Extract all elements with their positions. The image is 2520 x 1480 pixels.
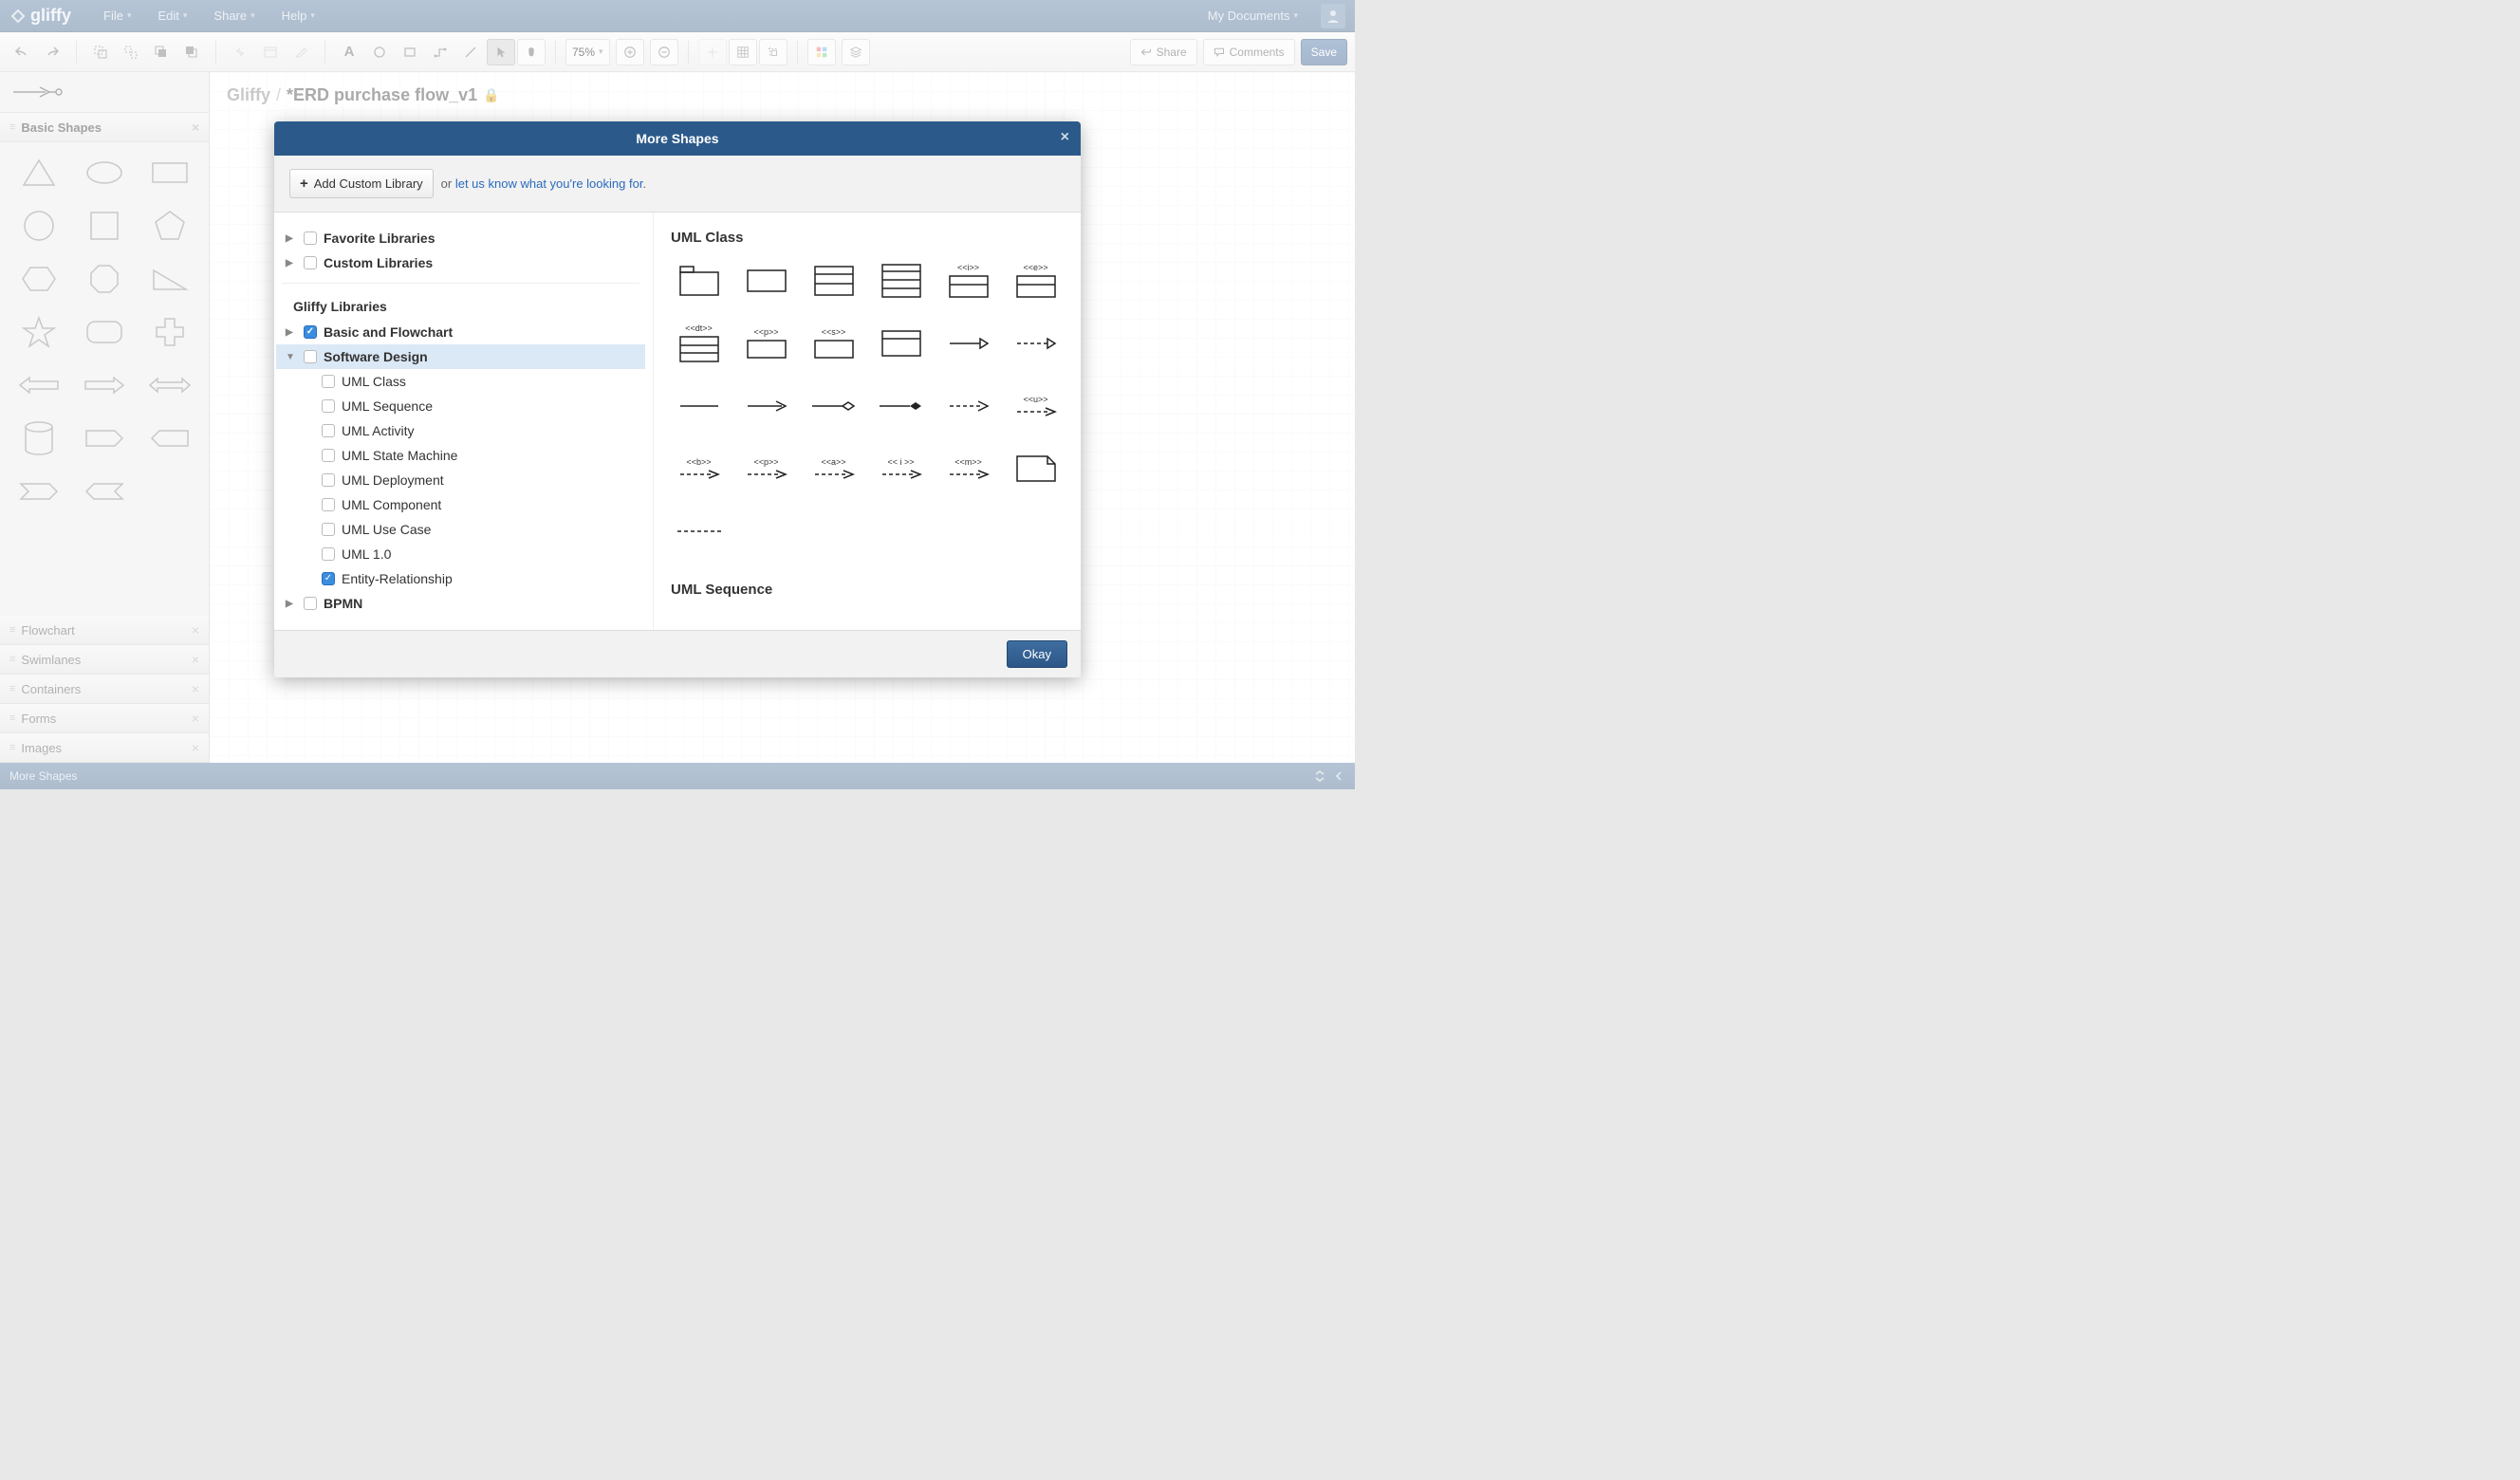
tree-bpmn[interactable]: ▶BPMN: [276, 591, 645, 616]
uml-merge[interactable]: <<m>>: [940, 447, 996, 490]
checkbox[interactable]: [322, 523, 335, 536]
uml-class-3[interactable]: [806, 259, 862, 303]
checkbox[interactable]: [322, 375, 335, 388]
checkbox[interactable]: [322, 473, 335, 487]
tree-favorite-libraries[interactable]: ▶Favorite Libraries: [276, 226, 645, 250]
uml-diamond-open[interactable]: [806, 384, 862, 428]
checkbox[interactable]: [322, 424, 335, 437]
okay-button[interactable]: Okay: [1007, 640, 1067, 668]
preview-pane: UML Class <<i>> <<e>> <<dt>> <<p>> <<s>>: [654, 213, 1081, 630]
feedback-link[interactable]: let us know what you're looking for: [455, 176, 643, 191]
tree-uml-activity[interactable]: UML Activity: [276, 418, 645, 443]
checkbox[interactable]: [322, 572, 335, 585]
tree-entity-relationship[interactable]: Entity-Relationship: [276, 566, 645, 591]
tree-uml-class[interactable]: UML Class: [276, 369, 645, 394]
uml-line[interactable]: [671, 384, 727, 428]
checkbox[interactable]: [304, 325, 317, 339]
checkbox[interactable]: [304, 256, 317, 269]
uml-dashed-line[interactable]: [671, 509, 727, 553]
tree-software-design[interactable]: ▼Software Design: [276, 344, 645, 369]
uml-usage[interactable]: <<u>>: [1008, 384, 1064, 428]
uml-permit[interactable]: <<p>>: [738, 447, 794, 490]
tree-uml-10[interactable]: UML 1.0: [276, 542, 645, 566]
uml-arrow-open[interactable]: [940, 322, 996, 365]
preview-uml-class-title: UML Class: [671, 230, 1064, 246]
uml-package[interactable]: [671, 259, 727, 303]
checkbox[interactable]: [304, 231, 317, 245]
gliffy-libraries-label: Gliffy Libraries: [276, 291, 645, 320]
uml-primitive[interactable]: <<p>>: [738, 322, 794, 365]
uml-arrow-dashed[interactable]: [940, 384, 996, 428]
tree-custom-libraries[interactable]: ▶Custom Libraries: [276, 250, 645, 275]
uml-class-4[interactable]: [873, 259, 929, 303]
uml-arrow-dashed-open[interactable]: [1008, 322, 1064, 365]
uml-rect[interactable]: [738, 259, 794, 303]
uml-diamond-filled[interactable]: [873, 384, 929, 428]
library-tree: ▶Favorite Libraries ▶Custom Libraries Gl…: [274, 213, 654, 630]
modal-header: More Shapes ×: [274, 121, 1081, 156]
preview-uml-sequence-title: UML Sequence: [671, 582, 1064, 598]
add-custom-library-button[interactable]: +Add Custom Library: [289, 169, 434, 198]
modal-footer: Okay: [274, 630, 1081, 677]
checkbox[interactable]: [322, 449, 335, 462]
modal-title: More Shapes: [636, 131, 718, 146]
more-shapes-modal: More Shapes × +Add Custom Library or let…: [274, 121, 1081, 677]
uml-signal[interactable]: <<s>>: [806, 322, 862, 365]
tree-uml-sequence[interactable]: UML Sequence: [276, 394, 645, 418]
uml-window[interactable]: [873, 322, 929, 365]
uml-datatype[interactable]: <<dt>>: [671, 322, 727, 365]
uml-import[interactable]: << i >>: [873, 447, 929, 490]
modal-close-button[interactable]: ×: [1061, 129, 1069, 146]
checkbox[interactable]: [304, 597, 317, 610]
tree-uml-deployment[interactable]: UML Deployment: [276, 468, 645, 492]
tree-uml-component[interactable]: UML Component: [276, 492, 645, 517]
checkbox[interactable]: [304, 350, 317, 363]
tree-basic-flowchart[interactable]: ▶Basic and Flowchart: [276, 320, 645, 344]
tree-uml-state[interactable]: UML State Machine: [276, 443, 645, 468]
modal-subheader: +Add Custom Library or let us know what …: [274, 156, 1081, 213]
uml-interface[interactable]: <<i>>: [940, 259, 996, 303]
uml-enum[interactable]: <<e>>: [1008, 259, 1064, 303]
checkbox[interactable]: [322, 498, 335, 511]
modal-overlay: More Shapes × +Add Custom Library or let…: [0, 0, 1355, 789]
uml-arrow[interactable]: [738, 384, 794, 428]
uml-bind[interactable]: <<b>>: [671, 447, 727, 490]
tree-uml-usecase[interactable]: UML Use Case: [276, 517, 645, 542]
uml-note[interactable]: [1008, 447, 1064, 490]
preview-grid-uml-class: <<i>> <<e>> <<dt>> <<p>> <<s>> <<u>>: [671, 259, 1064, 553]
checkbox[interactable]: [322, 547, 335, 561]
uml-abstraction[interactable]: <<a>>: [806, 447, 862, 490]
checkbox[interactable]: [322, 399, 335, 413]
